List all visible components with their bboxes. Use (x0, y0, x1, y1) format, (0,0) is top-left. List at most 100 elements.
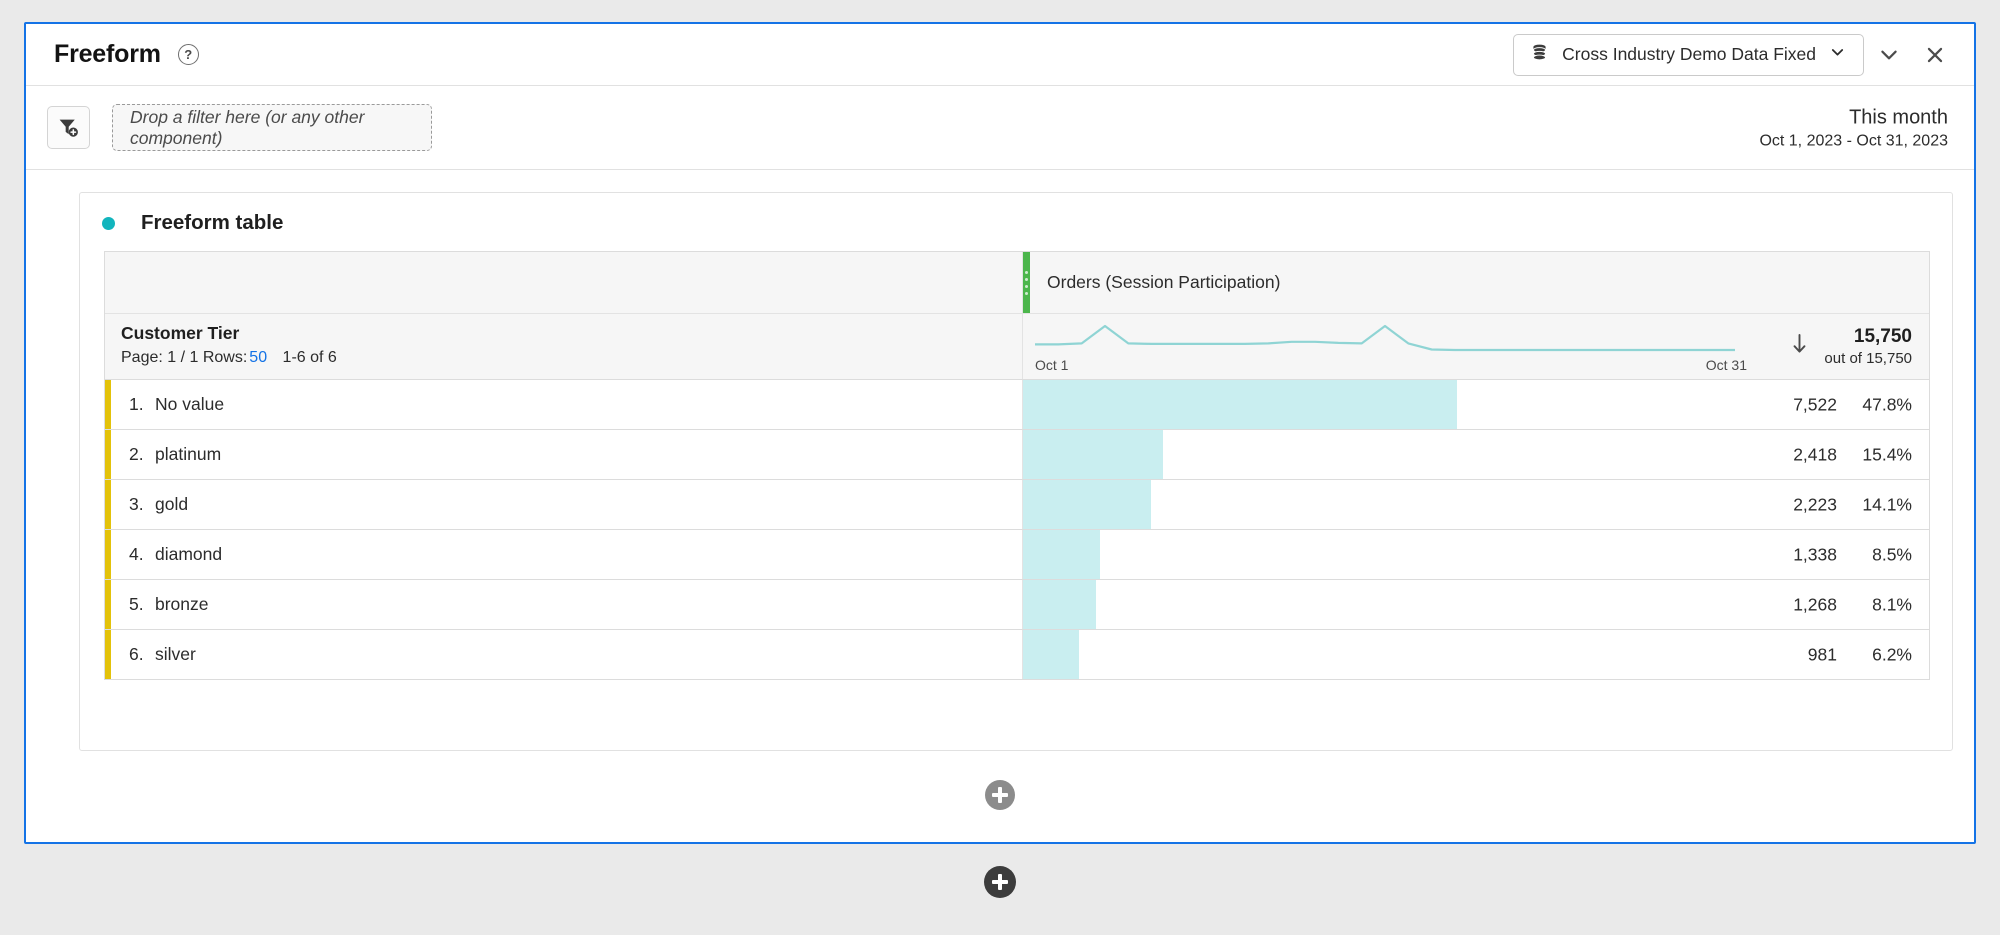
row-value: 1,268 (1793, 594, 1837, 614)
dimension-accent-bar (105, 380, 111, 429)
row-bar (1023, 480, 1151, 529)
plus-icon (998, 787, 1002, 803)
datasource-select[interactable]: Cross Industry Demo Data Fixed (1513, 33, 1864, 76)
date-range-label: Oct 1, 2023 - Oct 31, 2023 (1759, 132, 1948, 150)
row-label[interactable]: No value (155, 394, 224, 415)
row-dimension-cell[interactable]: 6. silver (105, 630, 1023, 679)
dimension-accent-bar (105, 580, 111, 629)
freeform-table-card: Freeform table Orders (Session Participa… (79, 192, 1953, 751)
row-values: 981 6.2% (1773, 644, 1912, 665)
row-index: 5. (129, 594, 144, 614)
row-percent: 8.5% (1872, 544, 1912, 564)
row-dimension-cell[interactable]: 4. diamond (105, 530, 1023, 579)
row-bar (1023, 380, 1457, 429)
total-subtext: out of 15,750 (1824, 350, 1912, 368)
sparkline-start-label: Oct 1 (1035, 357, 1069, 373)
row-bar (1023, 530, 1101, 579)
row-percent: 6.2% (1872, 644, 1912, 664)
panel-title-bar: Freeform ? Cross Industry Demo Data Fixe… (26, 24, 1974, 86)
page-label: Page: 1 / 1 (121, 349, 199, 366)
table-row[interactable]: 3. gold 2,223 14.1% (105, 480, 1929, 530)
dimension-header-row: Customer Tier Page: 1 / 1 Rows: 50 1-6 of… (105, 314, 1929, 380)
dimension-header-cell[interactable]: Customer Tier Page: 1 / 1 Rows: 50 1-6 of… (105, 314, 1023, 379)
rows-value[interactable]: 50 (249, 349, 267, 366)
row-index: 3. (129, 494, 144, 514)
filter-bar: Drop a filter here (or any other compone… (26, 86, 1974, 170)
row-percent: 15.4% (1862, 444, 1912, 464)
collapse-panel-button[interactable] (1868, 34, 1910, 76)
metric-header-label: Orders (Session Participation) (1047, 272, 1281, 292)
metric-drag-handle[interactable] (1023, 252, 1030, 313)
row-index: 2. (129, 444, 144, 464)
sparkline-end-label: Oct 31 (1705, 357, 1747, 373)
row-label[interactable]: platinum (155, 444, 221, 465)
sort-descending-arrow-icon[interactable] (1791, 333, 1808, 360)
row-metric-cell[interactable]: 7,522 47.8% (1023, 380, 1929, 429)
row-range-label: 1-6 of 6 (282, 349, 337, 366)
title-bar-actions: Cross Industry Demo Data Fixed (1513, 33, 1956, 76)
row-metric-cell[interactable]: 1,338 8.5% (1023, 530, 1929, 579)
row-label[interactable]: bronze (155, 594, 209, 615)
row-metric-cell[interactable]: 2,418 15.4% (1023, 430, 1929, 479)
row-values: 1,338 8.5% (1773, 544, 1912, 565)
metric-header-blank-cell (105, 252, 1023, 313)
date-range-display[interactable]: This month Oct 1, 2023 - Oct 31, 2023 (1759, 104, 1948, 152)
row-label[interactable]: silver (155, 644, 196, 665)
filter-dropzone[interactable]: Drop a filter here (or any other compone… (112, 104, 432, 151)
row-index: 6. (129, 644, 144, 664)
row-dimension-cell[interactable]: 3. gold (105, 480, 1023, 529)
pagination-info: Page: 1 / 1 Rows: 50 1-6 of 6 (121, 349, 1022, 367)
table-rows: 1. No value 7,522 47.8% 2. platinum 2,418 15.4%… (105, 380, 1929, 680)
total-value: 15,750 (1853, 325, 1912, 347)
row-value: 7,522 (1793, 394, 1837, 414)
table-row[interactable]: 4. diamond 1,338 8.5% (105, 530, 1929, 580)
dimension-accent-bar (105, 530, 111, 579)
question-mark-icon[interactable]: ? (177, 44, 199, 65)
row-percent: 8.1% (1872, 594, 1912, 614)
card-title: Freeform table (141, 211, 284, 234)
row-index: 4. (129, 544, 144, 564)
row-percent: 14.1% (1862, 494, 1912, 514)
add-visualization-button[interactable] (985, 780, 1015, 810)
row-dimension-cell[interactable]: 5. bronze (105, 580, 1023, 629)
table-row[interactable]: 6. silver 981 6.2% (105, 630, 1929, 680)
filter-add-icon[interactable] (47, 106, 90, 149)
row-label[interactable]: gold (155, 494, 188, 515)
add-panel-button[interactable] (984, 866, 1016, 898)
metric-header-row: Orders (Session Participation) (105, 252, 1929, 314)
freeform-table: Orders (Session Participation) Customer … (104, 251, 1930, 680)
row-value: 2,223 (1793, 494, 1837, 514)
row-label[interactable]: diamond (155, 544, 222, 565)
chevron-down-icon (1829, 44, 1846, 66)
total-container: 15,750 out of 15,750 (1761, 314, 1929, 379)
summary-cell: Oct 1 Oct 31 15,750 out of 15,750 (1023, 314, 1929, 379)
row-dimension-cell[interactable]: 2. platinum (105, 430, 1023, 479)
date-preset-label: This month (1849, 105, 1948, 128)
teal-status-dot (102, 216, 115, 230)
card-header: Freeform table (80, 193, 1952, 253)
metric-header-cell[interactable]: Orders (Session Participation) (1023, 252, 1929, 313)
datasource-label: Cross Industry Demo Data Fixed (1562, 44, 1816, 64)
table-row[interactable]: 2. platinum 2,418 15.4% (105, 430, 1929, 480)
row-metric-cell[interactable]: 2,223 14.1% (1023, 480, 1929, 529)
close-icon[interactable] (1914, 34, 1956, 76)
page-title: Freeform (54, 40, 161, 68)
dimension-name: Customer Tier (121, 323, 240, 343)
row-values: 1,268 8.1% (1773, 594, 1912, 615)
total-values: 15,750 out of 15,750 (1824, 324, 1912, 370)
row-value: 981 (1807, 644, 1837, 664)
panel-body: Freeform table Orders (Session Participa… (26, 170, 1974, 846)
dimension-accent-bar (105, 430, 111, 479)
table-row[interactable]: 5. bronze 1,268 8.1% (105, 580, 1929, 630)
filter-dropzone-placeholder: Drop a filter here (or any other compone… (130, 106, 365, 148)
database-icon (1530, 43, 1549, 67)
row-value: 2,418 (1793, 444, 1837, 464)
row-metric-cell[interactable]: 1,268 8.1% (1023, 580, 1929, 629)
table-row[interactable]: 1. No value 7,522 47.8% (105, 380, 1929, 430)
row-bar (1023, 430, 1163, 479)
dimension-accent-bar (105, 480, 111, 529)
row-bar (1023, 580, 1097, 629)
row-metric-cell[interactable]: 981 6.2% (1023, 630, 1929, 679)
row-bar (1023, 630, 1080, 679)
row-dimension-cell[interactable]: 1. No value (105, 380, 1023, 429)
